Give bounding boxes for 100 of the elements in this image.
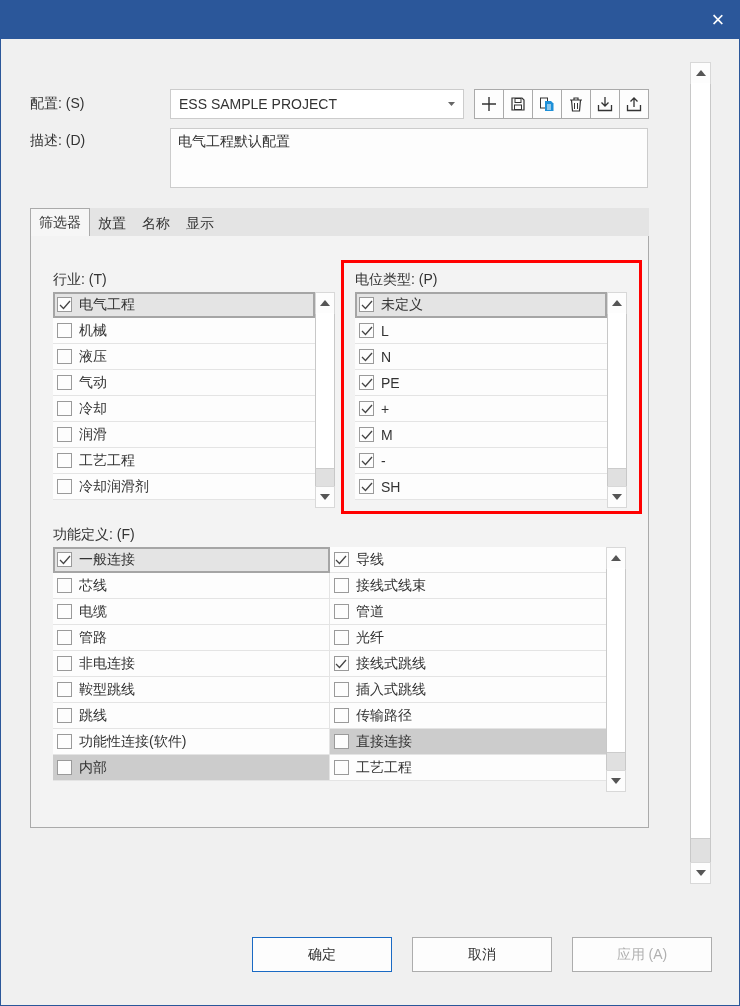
- list-item[interactable]: 管路: [53, 625, 330, 651]
- list-item[interactable]: 工艺工程: [329, 755, 606, 781]
- checkbox[interactable]: [359, 479, 374, 494]
- scrollbar-thumb[interactable]: [608, 313, 626, 469]
- checkbox[interactable]: [333, 682, 349, 697]
- checkbox[interactable]: [359, 453, 374, 468]
- list-item[interactable]: 光纤: [329, 625, 606, 651]
- list-item[interactable]: 工艺工程: [53, 448, 315, 474]
- scrollbar-track[interactable]: [316, 469, 334, 487]
- list-item[interactable]: 鞍型跳线: [53, 677, 330, 703]
- list-item[interactable]: M: [355, 422, 607, 448]
- checkbox[interactable]: [333, 656, 349, 671]
- dialog-button[interactable]: 取消: [412, 937, 552, 972]
- list-item[interactable]: 润滑: [53, 422, 315, 448]
- list-item[interactable]: 直接连接: [329, 729, 606, 755]
- dropdown-field[interactable]: ESS SAMPLE PROJECT: [170, 89, 464, 119]
- toolbar-button[interactable]: [590, 89, 620, 119]
- list-item[interactable]: 跳线: [53, 703, 330, 729]
- scrollbar-track[interactable]: [608, 469, 626, 487]
- checkmark-icon: [360, 377, 373, 388]
- checkmark-icon: [360, 455, 373, 466]
- list-item[interactable]: PE: [355, 370, 607, 396]
- toolbar-button[interactable]: [561, 89, 591, 119]
- description-field[interactable]: 电气工程默认配置: [170, 128, 648, 188]
- list-item[interactable]: 插入式跳线: [329, 677, 606, 703]
- checkbox[interactable]: [359, 427, 374, 442]
- up-arrow-icon: [612, 300, 622, 306]
- checkbox[interactable]: [57, 375, 72, 390]
- toolbar-button[interactable]: [619, 89, 649, 119]
- list-item[interactable]: 气动: [53, 370, 315, 396]
- checkbox[interactable]: [333, 552, 349, 567]
- vertical-scrollbar[interactable]: [690, 62, 711, 884]
- toolbar-button[interactable]: [474, 89, 504, 119]
- list-item[interactable]: -: [355, 448, 607, 474]
- checkbox[interactable]: [359, 349, 374, 364]
- checkbox[interactable]: [359, 375, 374, 390]
- list-item[interactable]: 内部: [53, 755, 330, 781]
- checkmark-icon: [360, 481, 373, 492]
- checkbox[interactable]: [333, 708, 349, 723]
- list-item[interactable]: 电气工程: [53, 292, 315, 318]
- checkbox[interactable]: [57, 401, 72, 416]
- checkbox[interactable]: [57, 604, 72, 619]
- list-item[interactable]: SH: [355, 474, 607, 500]
- checkbox[interactable]: [57, 656, 72, 671]
- list-item[interactable]: 冷却润滑剂: [53, 474, 315, 500]
- scrollbar-thumb[interactable]: [607, 568, 625, 753]
- tab[interactable]: 筛选器: [30, 208, 90, 236]
- checkbox[interactable]: [333, 734, 349, 749]
- list-item[interactable]: 液压: [53, 344, 315, 370]
- checkbox[interactable]: [333, 578, 349, 593]
- checkbox[interactable]: [359, 323, 374, 338]
- vertical-scrollbar[interactable]: [606, 547, 626, 792]
- up-arrow-icon: [611, 555, 621, 561]
- list-item[interactable]: 电缆: [53, 599, 330, 625]
- vertical-scrollbar[interactable]: [315, 292, 335, 508]
- list-item[interactable]: 接线式线束: [329, 573, 606, 599]
- close-button[interactable]: ×: [703, 5, 733, 35]
- field-label: 配置: (S): [30, 95, 86, 113]
- list-item[interactable]: +: [355, 396, 607, 422]
- list-item[interactable]: 管道: [329, 599, 606, 625]
- tab[interactable]: 放置: [90, 210, 134, 236]
- checkbox[interactable]: [359, 297, 374, 312]
- list-item[interactable]: 导线: [329, 547, 606, 573]
- checkbox[interactable]: [57, 453, 72, 468]
- checkbox[interactable]: [57, 297, 72, 312]
- down-arrow-icon: [611, 778, 621, 784]
- checkbox[interactable]: [57, 578, 72, 593]
- list-item[interactable]: 非电连接: [53, 651, 330, 677]
- list-item[interactable]: 冷却: [53, 396, 315, 422]
- trash-icon: [568, 96, 584, 112]
- scrollbar-thumb[interactable]: [691, 83, 710, 839]
- list-item[interactable]: L: [355, 318, 607, 344]
- list-item[interactable]: 一般连接: [53, 547, 330, 573]
- tab[interactable]: 名称: [134, 210, 178, 236]
- checkbox[interactable]: [57, 349, 72, 364]
- vertical-scrollbar[interactable]: [607, 292, 627, 508]
- list-item[interactable]: 机械: [53, 318, 315, 344]
- checkbox[interactable]: [333, 604, 349, 619]
- checkbox[interactable]: [359, 401, 374, 416]
- list-item[interactable]: N: [355, 344, 607, 370]
- scrollbar-track[interactable]: [607, 753, 625, 771]
- checkbox[interactable]: [57, 552, 72, 567]
- tab[interactable]: 显示: [178, 210, 222, 236]
- checkbox[interactable]: [57, 682, 72, 697]
- checkbox[interactable]: [57, 427, 72, 442]
- scrollbar-thumb[interactable]: [316, 313, 334, 469]
- list-label: 行业: (T): [53, 270, 108, 289]
- checkbox[interactable]: [57, 630, 72, 645]
- checkbox[interactable]: [57, 323, 72, 338]
- checkbox[interactable]: [57, 734, 72, 749]
- checkbox[interactable]: [57, 479, 72, 494]
- toolbar-button[interactable]: [503, 89, 533, 119]
- checkbox[interactable]: [333, 630, 349, 645]
- checkbox[interactable]: [57, 760, 72, 775]
- list-item[interactable]: 接线式跳线: [329, 651, 606, 677]
- list-item[interactable]: 未定义: [355, 292, 607, 318]
- checkbox[interactable]: [57, 708, 72, 723]
- dialog-button[interactable]: 确定: [252, 937, 392, 972]
- checkbox[interactable]: [333, 760, 349, 775]
- list-item[interactable]: 芯线: [53, 573, 330, 599]
